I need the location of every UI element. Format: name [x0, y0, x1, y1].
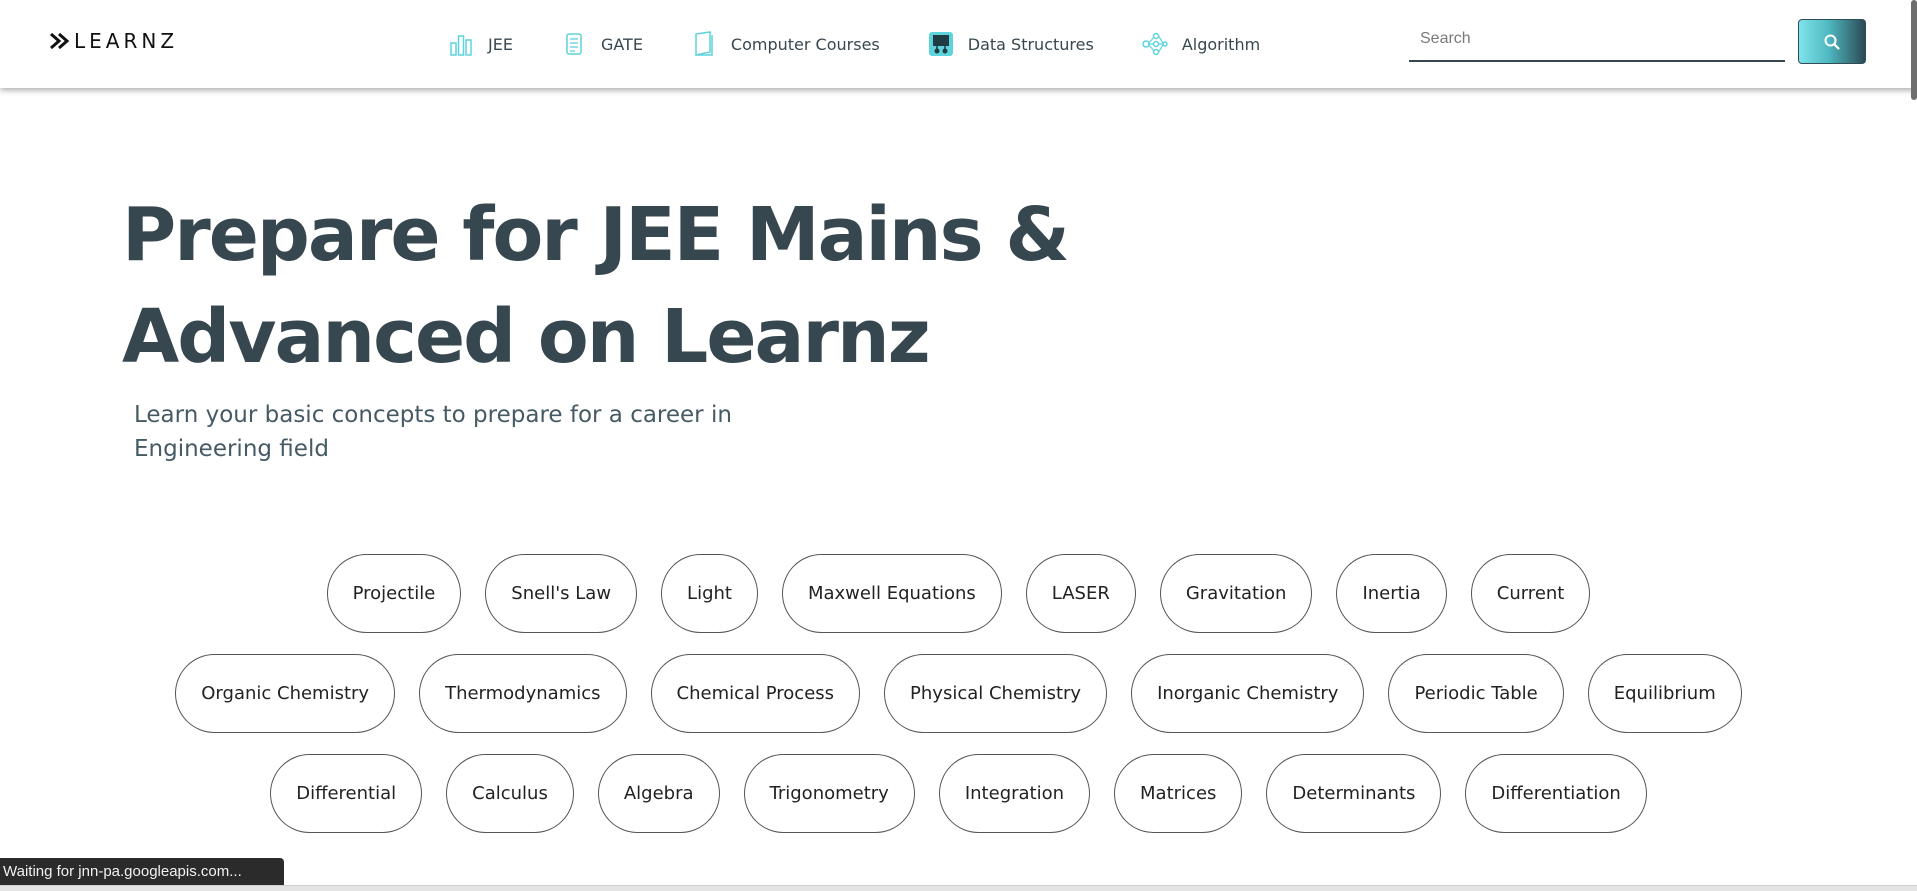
- topic-chip-trigonometry[interactable]: Trigonometry: [743, 754, 915, 833]
- nav-item-data-structures[interactable]: Data Structures: [928, 30, 1094, 58]
- topic-chip-differentiation[interactable]: Differentiation: [1465, 754, 1647, 833]
- topic-chip-laser[interactable]: LASER: [1025, 554, 1136, 633]
- topic-chip-equilibrium[interactable]: Equilibrium: [1587, 654, 1742, 733]
- topic-chip-gravitation[interactable]: Gravitation: [1159, 554, 1313, 633]
- topic-chip-inertia[interactable]: Inertia: [1336, 554, 1447, 633]
- browser-status-bar: Waiting for jnn-pa.googleapis.com...: [0, 858, 284, 885]
- topic-row-physics: Projectile Snell's Law Light Maxwell Equ…: [0, 554, 1917, 633]
- topic-chip-maxwell-equations[interactable]: Maxwell Equations: [781, 554, 1002, 633]
- search-icon: [1824, 34, 1840, 50]
- top-navbar: LEARNZ JEE GATE Computer Courses Data St…: [0, 0, 1917, 88]
- main-nav: JEE GATE Computer Courses Data Structure…: [448, 30, 1308, 58]
- topic-chip-periodic-table[interactable]: Periodic Table: [1388, 654, 1564, 733]
- topic-chip-matrices[interactable]: Matrices: [1114, 754, 1243, 833]
- nav-label: GATE: [600, 34, 643, 54]
- browser-bottom-edge: [0, 885, 1917, 891]
- search-input[interactable]: [1409, 20, 1785, 58]
- topic-chip-physical-chemistry[interactable]: Physical Chemistry: [884, 654, 1108, 733]
- topic-row-mathematics: Differential Calculus Algebra Trigonomet…: [0, 754, 1917, 833]
- search-button[interactable]: [1798, 19, 1866, 64]
- topic-chip-calculus[interactable]: Calculus: [446, 754, 574, 833]
- topic-chip-thermodynamics[interactable]: Thermodynamics: [419, 654, 627, 733]
- topic-chip-determinants[interactable]: Determinants: [1266, 754, 1442, 833]
- topic-chip-integration[interactable]: Integration: [938, 754, 1091, 833]
- logo-mark-icon: [50, 33, 70, 49]
- topic-chip-algebra[interactable]: Algebra: [597, 754, 720, 833]
- topic-chip-current[interactable]: Current: [1470, 554, 1591, 633]
- topic-chip-inorganic-chemistry[interactable]: Inorganic Chemistry: [1131, 654, 1365, 733]
- nav-label: Computer Courses: [730, 34, 880, 54]
- topic-chip-snells-law[interactable]: Snell's Law: [485, 554, 638, 633]
- topic-chip-light[interactable]: Light: [661, 554, 758, 633]
- nav-label: Data Structures: [967, 34, 1094, 54]
- nav-label: Algorithm: [1181, 34, 1261, 54]
- topic-chip-differential[interactable]: Differential: [270, 754, 423, 833]
- nav-item-gate[interactable]: GATE: [561, 30, 643, 58]
- nav-item-computer-courses[interactable]: Computer Courses: [691, 30, 880, 58]
- document-icon: [561, 30, 587, 58]
- topic-row-chemistry: Organic Chemistry Thermodynamics Chemica…: [0, 654, 1917, 733]
- nav-item-algorithm[interactable]: Algorithm: [1142, 30, 1260, 58]
- topic-chip-projectile[interactable]: Projectile: [326, 554, 462, 633]
- nav-label: JEE: [488, 34, 513, 54]
- algorithm-icon: [1142, 30, 1168, 58]
- search-box: [1409, 20, 1785, 62]
- bar-chart-icon: [448, 30, 474, 58]
- topic-chip-organic-chemistry[interactable]: Organic Chemistry: [175, 654, 396, 733]
- topic-chip-chemical-process[interactable]: Chemical Process: [650, 654, 861, 733]
- hero-subtitle: Learn your basic concepts to prepare for…: [134, 402, 732, 462]
- book-icon: [691, 30, 717, 58]
- site-logo[interactable]: LEARNZ: [50, 27, 178, 55]
- page-scrollbar[interactable]: [1911, 0, 1917, 100]
- nav-item-jee[interactable]: JEE: [448, 30, 513, 58]
- hero-title: Prepare for JEE Mains & Advanced on Lear…: [122, 192, 1070, 380]
- logo-text: LEARNZ: [74, 29, 179, 53]
- data-structure-icon: [928, 30, 954, 58]
